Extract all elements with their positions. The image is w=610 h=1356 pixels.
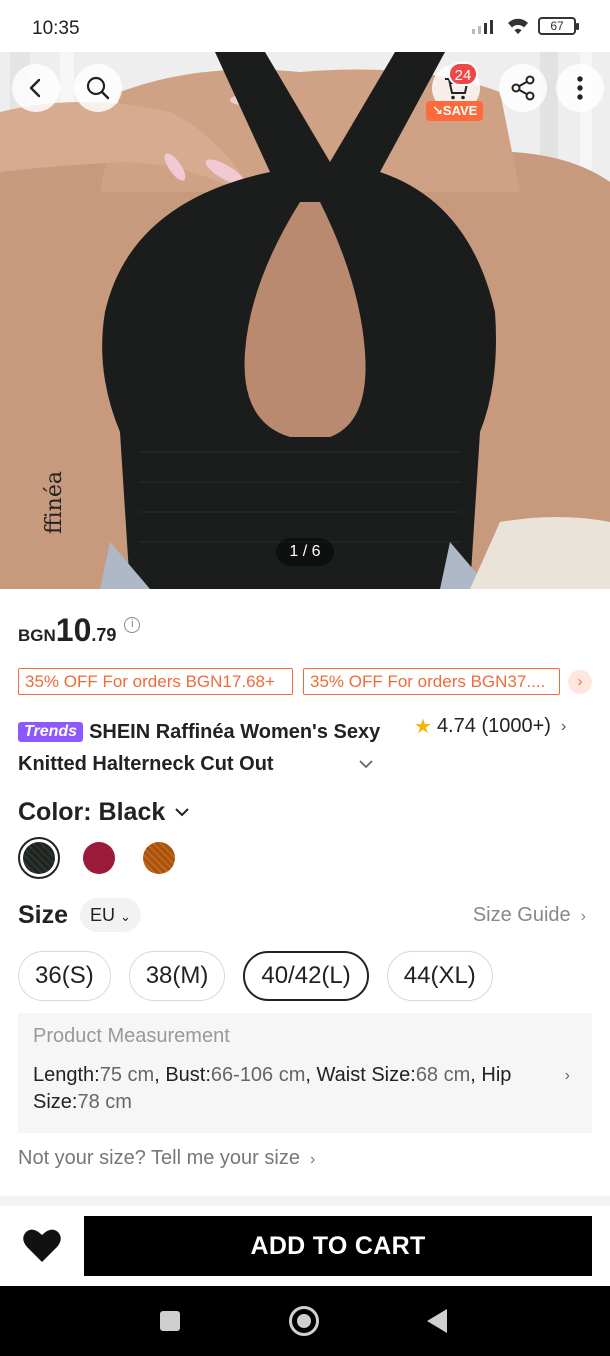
bust-value: 66-106 cm [210,1064,306,1086]
coupon-more-button[interactable]: › [568,670,592,694]
image-page-indicator: 1 / 6 [276,538,334,566]
length-value: 75 cm [99,1064,155,1086]
measurement-title: Product Measurement [33,1025,230,1047]
signal-icon [472,20,493,34]
coupon-tag[interactable]: 35% OFF For orders BGN17.68+ [18,668,293,695]
color-swatch-brown[interactable] [143,842,175,874]
size-guide-label: Size Guide [472,904,571,926]
color-swatch-burgundy[interactable] [83,842,115,874]
size-guide-link[interactable]: Size Guide › [473,904,586,927]
bust-label: Bust: [165,1064,211,1086]
share-button[interactable] [499,64,547,112]
system-navigation-bar [0,1286,610,1356]
price-integer: 10 [55,612,92,648]
chevron-right-icon: › [577,673,583,690]
chevron-right-icon: › [560,717,567,735]
status-bar: 10:35 67 [0,0,610,52]
chevron-down-icon: ⌄ [120,909,131,924]
home-dot [297,1314,311,1328]
size-region-value: EU [90,905,116,925]
save-label: SAVE [442,103,478,118]
star-icon: ★ [414,716,432,738]
info-icon[interactable]: i [124,617,141,633]
size-options: 36(S) 38(M) 40/42(L) 44(XL) [18,951,493,1001]
product-rating[interactable]: ★ 4.74 (1000+) › [414,714,566,739]
swatch-fill [23,842,55,874]
rating-value: 4.74 [436,715,476,737]
back-button[interactable] [12,64,60,112]
product-price: BGN 10 .79 i [18,612,141,649]
size-region-selector[interactable]: EU ⌄ [80,898,141,932]
status-icons: 67 [472,17,579,35]
not-your-size-link[interactable]: Not your size? Tell me your size › [18,1147,315,1170]
coupon-list: 35% OFF For orders BGN17.68+ 35% OFF For… [18,668,560,695]
share-icon [511,75,535,101]
recent-apps-icon[interactable] [160,1311,180,1331]
product-image-gallery[interactable]: 24 ↘SAVE ffinéa 1 / 6 [0,52,610,589]
product-measurement-panel[interactable]: Product Measurement Length:75 cm, Bust:6… [18,1013,592,1133]
chevron-right-icon: › [580,908,586,925]
size-label: Size [18,901,69,929]
not-your-size-text: Not your size? Tell me your size [18,1147,300,1169]
size-option[interactable]: 36(S) [18,951,111,1001]
more-options-button[interactable] [556,64,604,112]
add-to-cart-button[interactable]: ADD TO CART [84,1216,592,1276]
chevron-left-icon [29,78,41,98]
waist-label: Waist Size: [316,1064,416,1086]
size-option-selected[interactable]: 40/42(L) [243,951,369,1001]
brand-watermark: ffinéa [42,471,67,534]
wifi-icon [508,18,528,34]
more-vertical-icon [577,76,583,100]
chevron-right-icon: › [564,1067,570,1084]
hip-value: 78 cm [77,1091,132,1113]
home-icon[interactable] [289,1306,319,1336]
size-option[interactable]: 38(M) [128,951,226,1001]
heart-icon [23,1229,61,1262]
wishlist-button[interactable] [22,1226,62,1269]
search-button[interactable] [74,64,122,112]
product-title-block[interactable]: Trends SHEIN Raffinéa Women's Sexy Knitte… [18,716,398,782]
chevron-down-icon [175,808,189,817]
product-photo [0,52,610,589]
measurement-values: Length:75 cm, Bust:66-106 cm, Waist Size… [33,1064,512,1113]
coupon-tag[interactable]: 35% OFF For orders BGN37.... [303,668,560,695]
color-label: Color: Black [18,798,166,826]
price-currency: BGN [18,626,56,645]
search-icon [86,76,110,100]
chevron-down-icon [359,760,373,769]
battery-indicator: 67 [538,17,579,35]
length-label: Length: [33,1064,100,1086]
expand-title-button[interactable] [358,756,374,774]
back-triangle-icon[interactable] [427,1309,447,1333]
color-dropdown-toggle[interactable] [174,804,190,822]
color-swatch-black[interactable] [18,837,60,879]
bottom-action-bar: ADD TO CART [0,1206,610,1286]
review-count: (1000+) [481,715,551,737]
section-divider [0,1196,610,1206]
save-tag: ↘SAVE [426,101,484,121]
size-option[interactable]: 44(XL) [386,951,493,1001]
waist-value: 68 cm [415,1064,471,1086]
price-decimal: .79 [91,625,117,645]
status-time: 10:35 [32,18,80,39]
chevron-right-icon: › [309,1151,316,1168]
trends-badge: Trends [18,722,84,742]
cart-count-badge: 24 [448,62,478,86]
